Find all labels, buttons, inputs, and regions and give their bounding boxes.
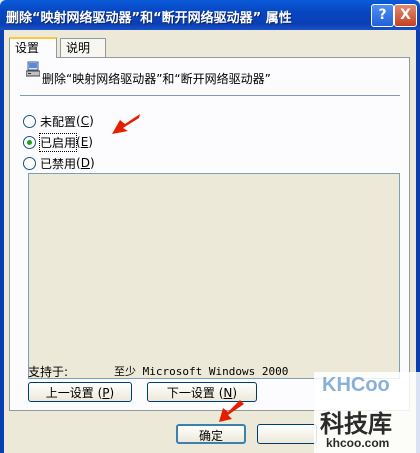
watermark-brand: KHCoo [322, 374, 390, 396]
tab-explain-label: 说明 [66, 41, 91, 55]
radio-enabled[interactable]: 已启用 (E) [23, 132, 93, 152]
comment-area[interactable] [28, 173, 400, 379]
window-title: 删除“映射网络驱动器”和“断开网络驱动器” 属性 [6, 11, 292, 26]
separator [20, 95, 400, 96]
radio-label: 未配置 [40, 114, 77, 129]
tab-settings[interactable]: 设置 [9, 37, 57, 58]
accel-key: C [80, 114, 90, 128]
tab-explain[interactable]: 说明 [60, 38, 106, 57]
ok-button[interactable]: 确定 [176, 424, 246, 444]
radio-circle[interactable] [23, 156, 36, 170]
title-bar: 删除“映射网络驱动器”和“断开网络驱动器” 属性 ? X [0, 0, 420, 30]
policy-icon [25, 61, 41, 77]
radio-circle[interactable] [23, 114, 36, 128]
next-setting-button[interactable]: 下一设置 (N) [147, 382, 257, 402]
watermark-cn: 科技库 [320, 410, 392, 438]
supported-on-value: 至少 Microsoft Windows 2000 [114, 365, 289, 378]
accel-key: D [80, 156, 90, 170]
window-border-left [0, 30, 4, 453]
radio-label: 已启用 [38, 132, 78, 152]
close-button[interactable]: X [394, 4, 417, 27]
setting-title: 删除“映射网络驱动器”和“断开网络驱动器” [42, 72, 271, 86]
radio-disabled[interactable]: 已禁用 (D) [23, 155, 95, 171]
tab-settings-label: 设置 [15, 41, 40, 55]
accel-key: E [80, 135, 89, 149]
cancel-button[interactable] [257, 424, 317, 444]
watermark-url: khcoo.com [326, 436, 390, 450]
watermark: KHCoo 科技库 khcoo.com [314, 372, 420, 453]
radio-label: 已禁用 [40, 156, 77, 171]
radio-not-configured[interactable]: 未配置 (C) [23, 113, 94, 129]
supported-on-label: 支持于: [28, 365, 69, 379]
help-button[interactable]: ? [371, 4, 394, 27]
radio-circle-checked[interactable] [23, 135, 36, 149]
prev-setting-button[interactable]: 上一设置 (P) [28, 382, 132, 402]
settings-panel: 删除“映射网络驱动器”和“断开网络驱动器” 未配置 (C) 已启用 (E) 已禁… [9, 57, 410, 411]
